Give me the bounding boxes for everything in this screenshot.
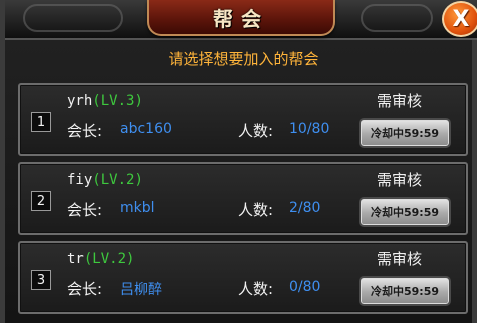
guild-name-text: tr <box>67 251 84 267</box>
review-required-label: 需审核 <box>377 250 423 268</box>
leader-value: mkbl <box>120 200 155 216</box>
close-icon: X <box>452 6 470 32</box>
guild-card-2: 2 fiy(LV.2) 会长: mkbl 人数: 2/80 需审核 冷却中59:… <box>18 162 468 235</box>
guild-index: 1 <box>31 112 51 132</box>
review-required-label: 需审核 <box>377 171 423 189</box>
members-label: 人数: <box>238 122 274 140</box>
dialog-title-plate: 帮会 <box>147 0 335 36</box>
guild-index: 2 <box>31 191 51 211</box>
guild-level: (LV.3) <box>92 93 143 109</box>
cooldown-join-button[interactable]: 冷却中59:59 <box>359 118 451 148</box>
members-value: 0/80 <box>289 279 321 295</box>
guild-card-3: 3 tr(LV.2) 会长: 吕柳醉 人数: 0/80 需审核 冷却中59:59 <box>18 241 468 314</box>
guild-name-text: fiy <box>67 172 93 188</box>
close-button[interactable]: X <box>442 1 477 37</box>
guild-card-1: 1 yrh(LV.3) 会长: abc160 人数: 10/80 需审核 冷却中… <box>18 83 468 156</box>
guild-level: (LV.2) <box>92 172 143 188</box>
instruction-text: 请选择想要加入的帮会 <box>168 50 319 68</box>
cooldown-join-button[interactable]: 冷却中59:59 <box>359 197 451 227</box>
guild-level: (LV.2) <box>83 251 135 267</box>
leader-value: 吕柳醉 <box>120 282 162 298</box>
left-ornament <box>23 4 123 32</box>
guild-name: tr(LV.2) <box>67 251 134 267</box>
members-value: 2/80 <box>289 200 321 216</box>
guild-index: 3 <box>31 270 51 290</box>
guild-name: fiy(LV.2) <box>67 172 143 188</box>
review-required-label: 需审核 <box>377 92 423 110</box>
dialog-title: 帮会 <box>213 6 269 31</box>
leader-label: 会长: <box>67 280 103 298</box>
members-label: 人数: <box>238 201 274 219</box>
guild-name: yrh(LV.3) <box>67 93 143 109</box>
guild-dialog: 帮会 X 请选择想要加入的帮会 1 yrh(LV.3) 会长: abc160 人… <box>0 0 477 323</box>
members-label: 人数: <box>238 280 274 298</box>
leader-label: 会长: <box>67 201 103 219</box>
leader-label: 会长: <box>67 122 103 140</box>
guild-name-text: yrh <box>67 93 93 109</box>
right-ornament <box>361 4 433 32</box>
leader-value: abc160 <box>120 121 172 137</box>
cooldown-join-button[interactable]: 冷却中59:59 <box>359 276 451 306</box>
members-value: 10/80 <box>289 121 330 137</box>
